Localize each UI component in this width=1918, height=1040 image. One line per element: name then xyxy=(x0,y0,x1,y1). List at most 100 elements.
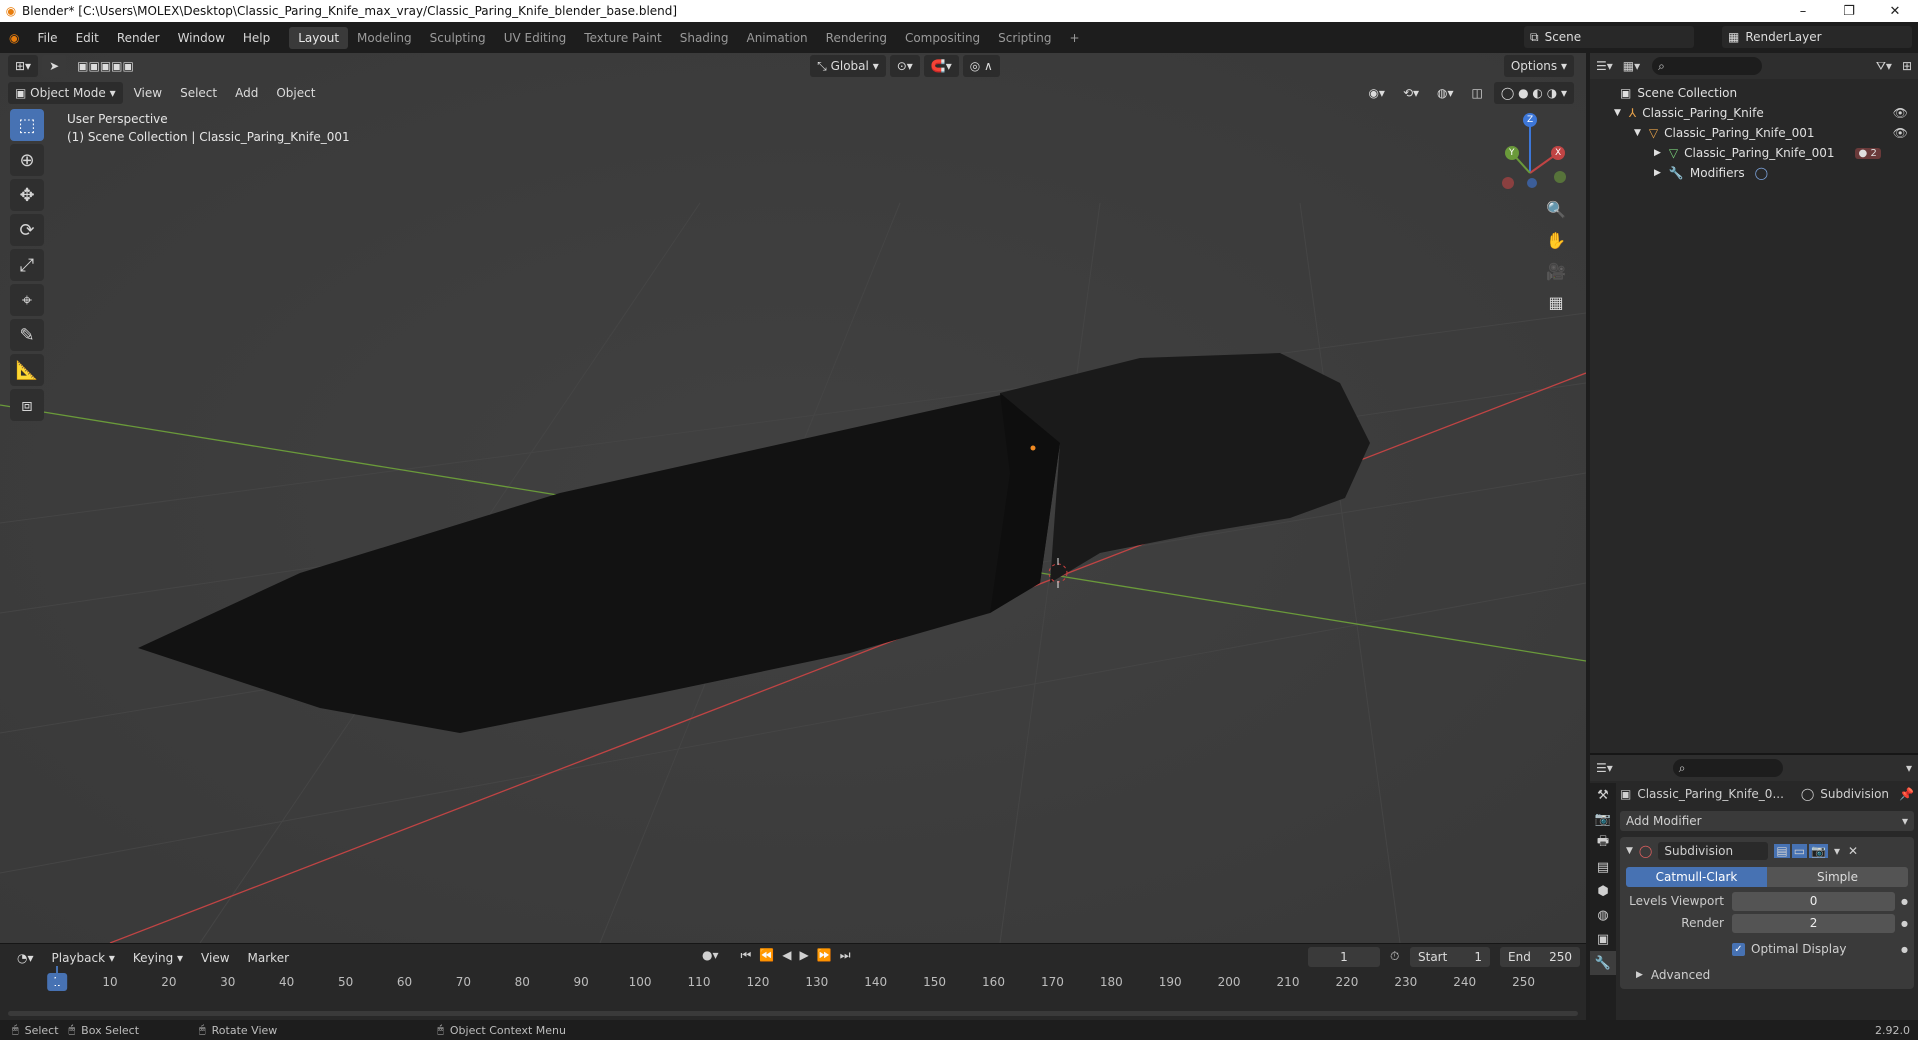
new-collection-icon[interactable]: ⊞ xyxy=(1902,59,1912,73)
tab-uv-editing[interactable]: UV Editing xyxy=(495,27,576,49)
menu-file[interactable]: File xyxy=(28,27,66,49)
render-layer-selector[interactable]: ▦ RenderLayer xyxy=(1722,26,1912,48)
transform-tool-icon[interactable]: ⌖ xyxy=(10,284,44,316)
rotate-tool-icon[interactable]: ⟳ xyxy=(10,214,44,246)
scene-tab-icon[interactable]: ⬢ xyxy=(1590,879,1616,903)
tab-scripting[interactable]: Scripting xyxy=(989,27,1060,49)
visibility-eye-icon[interactable]: 👁 xyxy=(1893,126,1908,140)
end-frame-field[interactable]: End 250 xyxy=(1500,947,1580,967)
outliner-row-modifiers[interactable]: ▶ 🔧 Modifiers ◯ xyxy=(1590,163,1918,183)
viewport-menu-view[interactable]: View xyxy=(127,82,169,104)
xray-icon[interactable]: ◫ xyxy=(1465,82,1490,104)
prev-keyframe-icon[interactable]: ⏪ xyxy=(759,948,774,963)
visibility-eye-icon[interactable]: 👁 xyxy=(1893,106,1908,120)
outliner-row-scene-collection[interactable]: ▣ Scene Collection xyxy=(1590,83,1918,103)
viewport-menu-object[interactable]: Object xyxy=(269,82,322,104)
pan-hand-icon[interactable]: ✋ xyxy=(1542,226,1570,254)
stopwatch-icon[interactable]: ⏱ xyxy=(1390,949,1399,964)
timeline-menu-view[interactable]: View xyxy=(194,947,236,969)
jump-start-icon[interactable]: ⏮ xyxy=(741,948,752,963)
chevron-down-icon[interactable]: ▾ xyxy=(1834,844,1840,858)
expand-arrow-icon[interactable]: ▼ xyxy=(1614,108,1621,118)
viewport-menu-select[interactable]: Select xyxy=(173,82,224,104)
render-tab-icon[interactable]: 📷 xyxy=(1590,807,1616,831)
editor-type-icon[interactable]: ⊞▾ xyxy=(8,55,39,77)
menu-help[interactable]: Help xyxy=(234,27,279,49)
catmull-clark-option[interactable]: Catmull-Clark xyxy=(1626,867,1767,887)
tab-texture-paint[interactable]: Texture Paint xyxy=(575,27,670,49)
outliner-editor-icon[interactable]: ☰▾ xyxy=(1596,59,1613,73)
zoom-icon[interactable]: 🔍 xyxy=(1542,195,1570,223)
outliner-search-input[interactable]: ⌕ xyxy=(1652,57,1763,75)
tool-tab-icon[interactable]: ⚒ xyxy=(1590,783,1616,807)
world-tab-icon[interactable]: ◍ xyxy=(1590,903,1616,927)
select-tool-icon[interactable]: ➤ xyxy=(42,55,67,77)
select-box-tool-icon[interactable]: ⬚ xyxy=(10,109,44,141)
outliner-row-knife-mesh[interactable]: ▶ ▽ Classic_Paring_Knife_001 ● 2 xyxy=(1590,143,1918,163)
timeline-ruler[interactable]: 1 10203040506070809010011012013014015016… xyxy=(0,971,1586,993)
play-icon[interactable]: ▶ xyxy=(800,948,809,963)
outliner-row-knife-parent[interactable]: ▼ ⅄ Classic_Paring_Knife 👁 xyxy=(1590,103,1918,123)
pivot-point-icon[interactable]: ⊙▾ xyxy=(889,55,920,77)
camera-view-icon[interactable]: 🎥 xyxy=(1542,257,1570,285)
measure-tool-icon[interactable]: 📐 xyxy=(10,354,44,386)
pin-icon[interactable]: 📌 xyxy=(1899,787,1914,801)
timeline-menu-marker[interactable]: Marker xyxy=(241,947,296,969)
selection-mode-icons[interactable]: ▣▣▣▣▣ xyxy=(70,55,141,77)
snap-icon[interactable]: 🧲▾ xyxy=(923,55,959,77)
cursor-tool-icon[interactable]: ⊕ xyxy=(10,144,44,176)
viewport-toggle-icon[interactable]: ▭ xyxy=(1791,844,1808,858)
options-button[interactable]: Options ▾ xyxy=(1503,55,1574,77)
overlays-icon[interactable]: ◍▾ xyxy=(1430,82,1461,104)
display-mode-icon[interactable]: ▦▾ xyxy=(1623,59,1640,73)
tab-sculpting[interactable]: Sculpting xyxy=(421,27,495,49)
menu-edit[interactable]: Edit xyxy=(67,27,108,49)
move-tool-icon[interactable]: ✥ xyxy=(10,179,44,211)
modifier-name-field[interactable]: Subdivision xyxy=(1658,842,1769,860)
3d-viewport[interactable]: Z Y X ⊞▾ ➤ ▣▣▣▣▣ ⤡ Global ▾ ⊙▾ 🧲▾ ◎ ∧ Op… xyxy=(0,53,1586,943)
restore-button[interactable]: ❐ xyxy=(1826,0,1872,22)
timeline-scrollbar[interactable] xyxy=(8,1011,1578,1016)
modifier-tab-icon[interactable]: 🔧 xyxy=(1590,951,1616,975)
blender-menu-icon[interactable]: ◉ xyxy=(0,27,28,49)
close-button[interactable]: ✕ xyxy=(1872,0,1918,22)
tab-layout[interactable]: Layout xyxy=(289,26,349,49)
visibility-icon[interactable]: ◉▾ xyxy=(1361,82,1392,104)
menu-render[interactable]: Render xyxy=(108,27,169,49)
view-layer-tab-icon[interactable]: ▤ xyxy=(1590,855,1616,879)
render-levels-field[interactable]: 2 xyxy=(1732,913,1896,933)
optimal-display-checkbox[interactable]: ✓ xyxy=(1732,942,1745,956)
timeline-editor-icon[interactable]: ◔▾ xyxy=(10,947,41,969)
keyframe-dot-icon[interactable]: ● xyxy=(1901,897,1908,906)
properties-search-input[interactable]: ⌕ xyxy=(1672,759,1783,777)
chevron-down-icon[interactable]: ▾ xyxy=(1906,761,1912,775)
minimize-button[interactable]: – xyxy=(1780,0,1826,22)
filter-icon[interactable]: ⛛▾ xyxy=(1876,59,1892,74)
scene-selector[interactable]: ⧉ Scene xyxy=(1524,26,1694,48)
advanced-subpanel[interactable]: ▶ Advanced xyxy=(1626,965,1908,985)
scale-tool-icon[interactable]: ⤢ xyxy=(10,249,44,281)
tab-compositing[interactable]: Compositing xyxy=(896,27,989,49)
tab-animation[interactable]: Animation xyxy=(737,27,816,49)
keyframe-dot-icon[interactable]: ● xyxy=(1901,945,1908,954)
shading-modes-icons[interactable]: ◯ ● ◐ ◑ ▾ xyxy=(1493,82,1574,104)
remove-modifier-icon[interactable]: ✕ xyxy=(1848,844,1858,858)
next-keyframe-icon[interactable]: ⏩ xyxy=(817,948,832,963)
expand-arrow-icon[interactable]: ▼ xyxy=(1634,128,1641,138)
expand-arrow-icon[interactable]: ▶ xyxy=(1654,148,1661,158)
timeline-menu-keying[interactable]: Keying ▾ xyxy=(126,947,190,969)
record-icon[interactable]: ●▾ xyxy=(702,948,719,963)
levels-viewport-field[interactable]: 0 xyxy=(1732,891,1896,911)
proportional-editing-icon[interactable]: ◎ ∧ xyxy=(962,55,1000,77)
tab-rendering[interactable]: Rendering xyxy=(817,27,896,49)
collapse-arrow-icon[interactable]: ▼ xyxy=(1626,846,1633,856)
add-cube-tool-icon[interactable]: ⧈ xyxy=(10,389,44,421)
start-frame-field[interactable]: Start 1 xyxy=(1410,947,1490,967)
viewport-menu-add[interactable]: Add xyxy=(228,82,265,104)
play-reverse-icon[interactable]: ◀ xyxy=(782,948,791,963)
output-tab-icon[interactable]: 🖶 xyxy=(1590,831,1616,855)
tab-modeling[interactable]: Modeling xyxy=(348,27,421,49)
expand-arrow-icon[interactable]: ▶ xyxy=(1654,168,1661,178)
outliner-row-knife-object[interactable]: ▼ ▽ Classic_Paring_Knife_001 👁 xyxy=(1590,123,1918,143)
current-frame-field[interactable]: 1 xyxy=(1308,947,1380,967)
